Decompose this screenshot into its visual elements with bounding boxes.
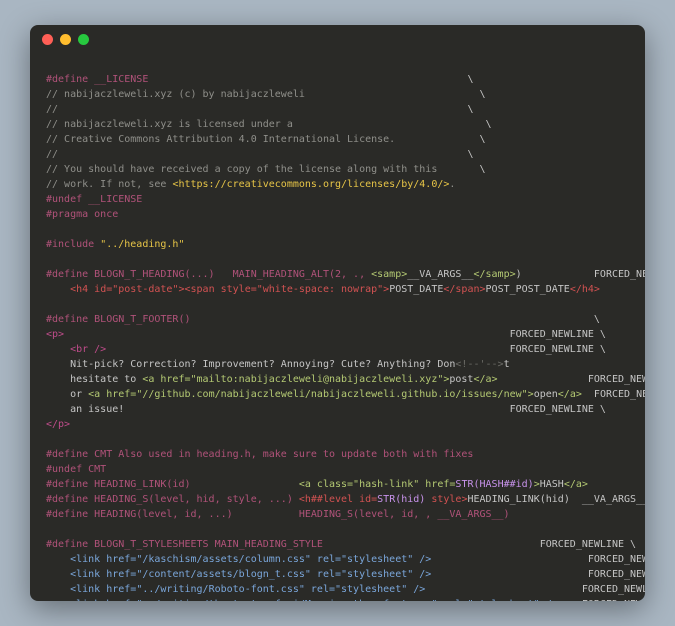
code-line: #undef __LICENSE [46, 194, 142, 205]
code-line: or <a href="//github.com/nabijaczleweli/… [46, 389, 645, 400]
code-line: // \ [46, 149, 473, 160]
code-line: #pragma once [46, 209, 118, 220]
code-line: </p> [46, 419, 70, 430]
code-line: #include "../heading.h" [46, 239, 184, 250]
close-icon[interactable] [42, 34, 53, 45]
code-line: // work. If not, see <https://creativeco… [46, 179, 455, 190]
code-area: #define __LICENSE \ // nabijaczleweli.xy… [30, 53, 645, 601]
code-line: #define CMT Also used in heading.h, make… [46, 449, 473, 460]
code-line: // nabijaczleweli.xyz is licensed under … [46, 119, 492, 130]
code-line: // You should have received a copy of th… [46, 164, 486, 175]
code-line: <link href="../writing/the_taste_of_mi/M… [46, 599, 645, 601]
window-titlebar [30, 25, 645, 53]
terminal-window: #define __LICENSE \ // nabijaczleweli.xy… [30, 25, 645, 601]
code-line: #define BLOGN_T_STYLESHEETS MAIN_HEADING… [46, 539, 636, 550]
code-line: #define BLOGN_T_FOOTER() \ [46, 314, 600, 325]
code-line: #define BLOGN_T_HEADING(...) MAIN_HEADIN… [46, 269, 645, 280]
code-line: #define HEADING(level, id, ...) HEADING_… [46, 509, 510, 520]
code-line: <link href="/content/assets/blogn_t.css"… [46, 569, 645, 580]
minimize-icon[interactable] [60, 34, 71, 45]
code-line: <p> FORCED_NEWLINE \ [46, 329, 606, 340]
code-line: <br /> FORCED_NEWLINE \ [46, 344, 606, 355]
code-line: Nit-pick? Correction? Improvement? Annoy… [46, 359, 510, 370]
code-line: #define HEADING_LINK(id) <a class="hash-… [46, 479, 588, 490]
code-line: <link href="../writing/Roboto-font.css" … [46, 584, 645, 595]
code-line: #define __LICENSE \ [46, 74, 473, 85]
code-line: hesitate to <a href="mailto:nabijaczlewe… [46, 374, 645, 385]
code-line: // \ [46, 104, 473, 115]
code-line: an issue! FORCED_NEWLINE \ [46, 404, 606, 415]
code-line: <h4 id="post-date"><span style="white-sp… [46, 284, 600, 295]
code-line: #define HEADING_S(level, hid, style, ...… [46, 494, 645, 505]
code-line: <link href="/kaschism/assets/column.css"… [46, 554, 645, 565]
code-line: // Creative Commons Attribution 4.0 Inte… [46, 134, 486, 145]
code-line: #undef CMT [46, 464, 106, 475]
code-line: // nabijaczleweli.xyz (c) by nabijaczlew… [46, 89, 486, 100]
zoom-icon[interactable] [78, 34, 89, 45]
